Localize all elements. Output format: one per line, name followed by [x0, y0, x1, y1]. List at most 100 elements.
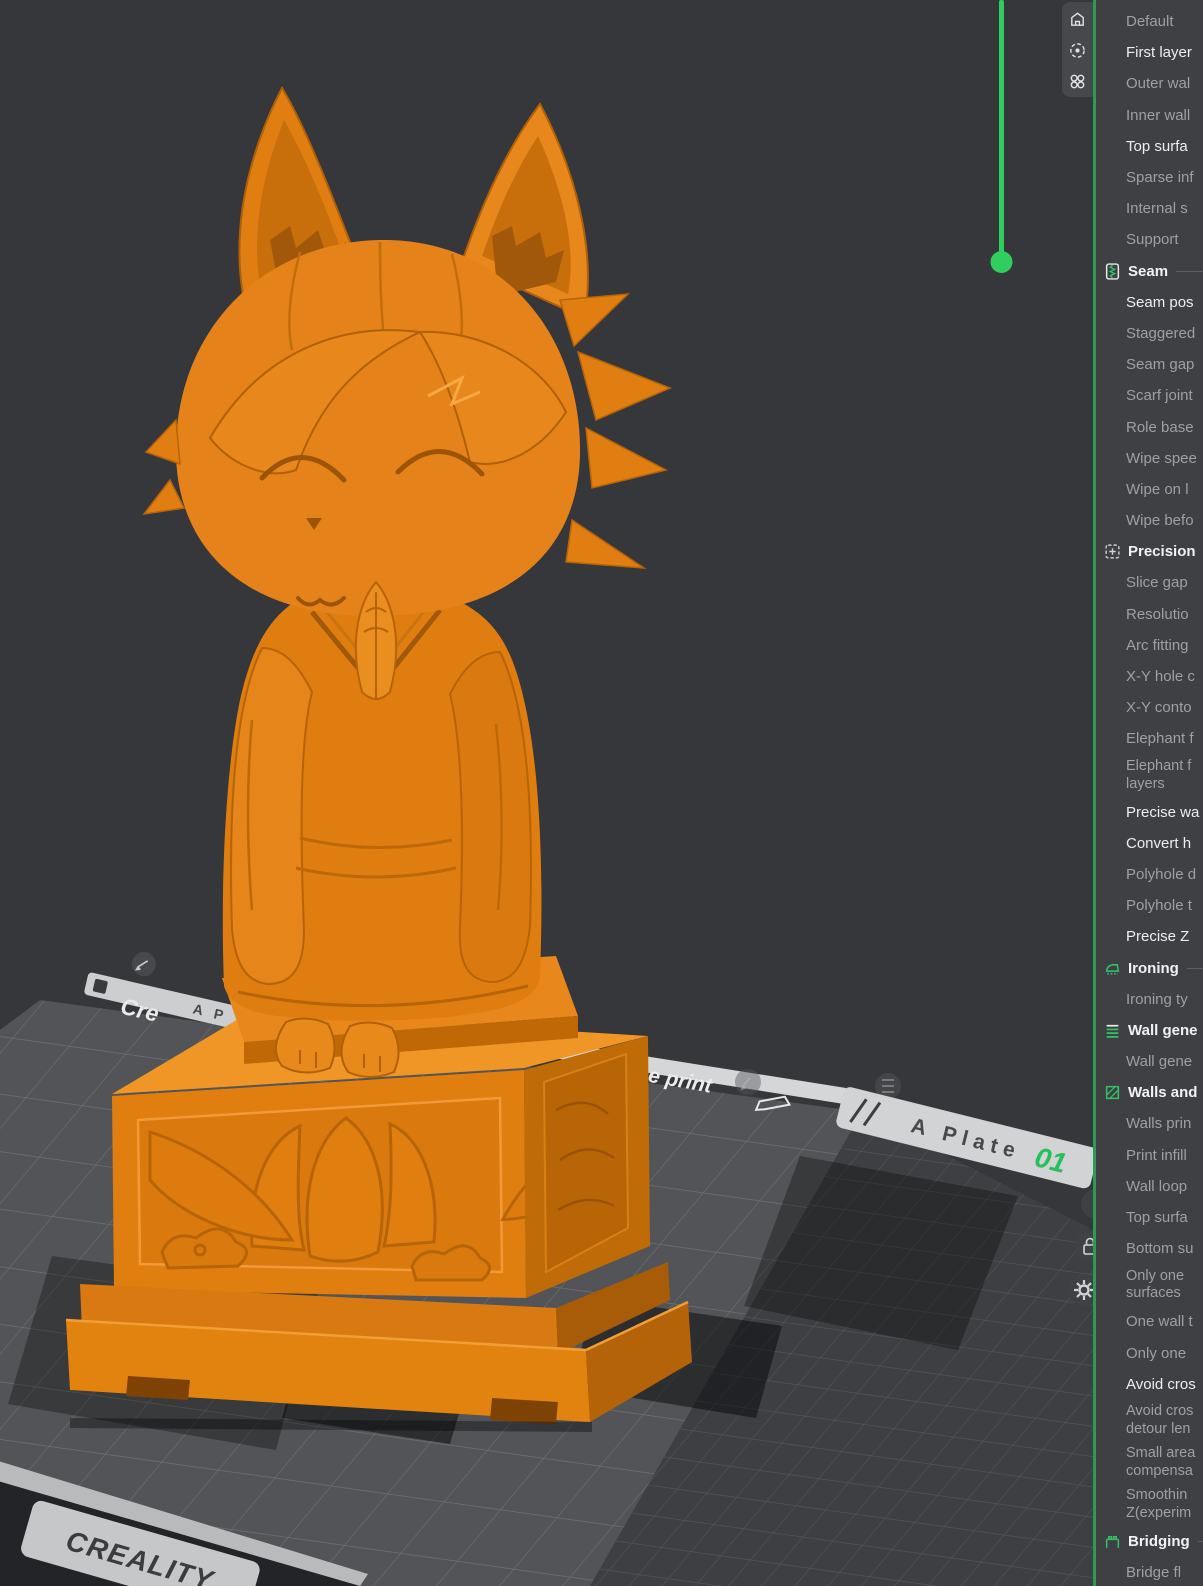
panel-item-top-surfa[interactable]: Top surfa: [1096, 1202, 1203, 1233]
panel-item-only-one[interactable]: Only onesurfaces: [1096, 1264, 1203, 1306]
panel-item-label: Polyhole t: [1126, 897, 1192, 914]
panel-item-label: Ironing ty: [1126, 991, 1188, 1008]
panel-item-label: Staggered: [1126, 325, 1195, 342]
panel-item-label: First layer: [1126, 44, 1192, 61]
panel-item-label: Precision: [1128, 543, 1196, 560]
panel-item-elephant-f[interactable]: Elephant f: [1096, 723, 1203, 754]
panel-item-avoid-cros[interactable]: Avoid cros: [1096, 1369, 1203, 1400]
panel-item-label: Avoid crosdetour len: [1126, 1403, 1193, 1438]
panel-item-label: Only one: [1126, 1345, 1186, 1362]
panel-section-seam[interactable]: Seam: [1096, 256, 1203, 287]
panel-item-slice-gap[interactable]: Slice gap: [1096, 567, 1203, 598]
precision-icon: [1104, 543, 1121, 560]
panel-item-role-base[interactable]: Role base: [1096, 411, 1203, 442]
panel-item-outer-wal[interactable]: Outer wal: [1096, 68, 1203, 99]
panel-item-label: Small areacompensa: [1126, 1445, 1195, 1480]
panel-item-support[interactable]: Support: [1096, 224, 1203, 255]
panel-item-label: Print infill: [1126, 1147, 1187, 1164]
panel-item-label: Sparse inf: [1126, 169, 1194, 186]
panel-section-precision[interactable]: Precision: [1096, 536, 1203, 567]
panel-item-label: One wall t: [1126, 1313, 1193, 1330]
settings-panel: Default First layer Outer wal Inner wall Top…: [1093, 0, 1203, 1586]
panel-item-default[interactable]: Default: [1096, 6, 1203, 37]
viewport-icon-rail: [1062, 2, 1093, 97]
wall-generator-icon: [1104, 1022, 1121, 1039]
panel-item-only-one[interactable]: Only one: [1096, 1338, 1203, 1369]
panel-item-label: Resolutio: [1126, 606, 1189, 623]
viewport-3d[interactable]: CREALITY A P Cre e print A Plate 01: [0, 0, 1093, 1586]
panel-item-polyhole-t[interactable]: Polyhole t: [1096, 890, 1203, 921]
panel-item-staggered[interactable]: Staggered: [1096, 318, 1203, 349]
panel-section-bridging[interactable]: Bridging: [1096, 1526, 1203, 1557]
panel-item-label: Seam: [1128, 263, 1168, 280]
panel-item-label: Ironing: [1128, 960, 1179, 977]
section-rule: [1176, 271, 1203, 272]
section-rule: [1198, 1541, 1203, 1542]
panel-section-walls-and[interactable]: Walls and: [1096, 1077, 1203, 1108]
panel-item-label: Precise wa: [1126, 804, 1199, 821]
panel-item-wall-gene[interactable]: Wall gene: [1096, 1046, 1203, 1077]
panel-item-wipe-befo[interactable]: Wipe befo: [1096, 505, 1203, 536]
panel-item-label: Bridge fl: [1126, 1564, 1181, 1581]
panel-item-small-area[interactable]: Small areacompensa: [1096, 1442, 1203, 1484]
panel-item-label: Scarf joint: [1126, 387, 1193, 404]
panel-item-precise-wa[interactable]: Precise wa: [1096, 797, 1203, 828]
panel-item-label: X-Y conto: [1126, 699, 1192, 716]
printer-icon[interactable]: [1068, 9, 1088, 29]
panel-item-label: Bottom su: [1126, 1240, 1194, 1257]
panel-item-arc-fitting[interactable]: Arc fitting: [1096, 630, 1203, 661]
panel-item-label: Avoid cros: [1126, 1376, 1196, 1393]
panel-item-polyhole-d[interactable]: Polyhole d: [1096, 859, 1203, 890]
panel-item-label: Wipe on l: [1126, 481, 1189, 498]
panel-item-elephant-f[interactable]: Elephant flayers: [1096, 755, 1203, 797]
panel-item-wipe-on-l[interactable]: Wipe on l: [1096, 474, 1203, 505]
panel-item-smoothin[interactable]: SmoothinZ(experim: [1096, 1484, 1203, 1526]
panel-item-label: SmoothinZ(experim: [1126, 1487, 1191, 1522]
panel-item-avoid-cros[interactable]: Avoid crosdetour len: [1096, 1400, 1203, 1442]
panel-section-ironing[interactable]: Ironing: [1096, 952, 1203, 983]
panel-item-label: Role base: [1126, 419, 1194, 436]
panel-item-bottom-su[interactable]: Bottom su: [1096, 1233, 1203, 1264]
panel-item-seam-pos[interactable]: Seam pos: [1096, 287, 1203, 318]
panel-item-label: Convert h: [1126, 835, 1191, 852]
panel-item-label: Seam gap: [1126, 356, 1194, 373]
panel-item-one-wall-t[interactable]: One wall t: [1096, 1306, 1203, 1337]
panel-item-seam-gap[interactable]: Seam gap: [1096, 349, 1203, 380]
panel-item-label: Internal s: [1126, 200, 1188, 217]
panel-item-inner-wall[interactable]: Inner wall: [1096, 100, 1203, 131]
panel-item-first-layer[interactable]: First layer: [1096, 37, 1203, 68]
panel-item-top-surfa[interactable]: Top surfa: [1096, 131, 1203, 162]
panel-item-convert-h[interactable]: Convert h: [1096, 828, 1203, 859]
panel-item-label: Inner wall: [1126, 107, 1190, 124]
panel-item-label: Elephant f: [1126, 730, 1194, 747]
panel-item-bridge-fl[interactable]: Bridge fl: [1096, 1557, 1203, 1586]
bridging-icon: [1104, 1533, 1121, 1550]
panel-item-scarf-joint[interactable]: Scarf joint: [1096, 380, 1203, 411]
panel-item-label: Top surfa: [1126, 1209, 1188, 1226]
panel-item-wall-loop[interactable]: Wall loop: [1096, 1171, 1203, 1202]
panel-item-label: Walls prin: [1126, 1115, 1191, 1132]
panel-item-label: Wipe befo: [1126, 512, 1194, 529]
panel-item-walls-prin[interactable]: Walls prin: [1096, 1108, 1203, 1139]
panel-item-label: Default: [1126, 13, 1174, 30]
panel-item-x-y-conto[interactable]: X-Y conto: [1096, 692, 1203, 723]
panel-item-precise-z[interactable]: Precise Z: [1096, 921, 1203, 952]
process-icon[interactable]: [1068, 71, 1088, 91]
filament-icon[interactable]: [1068, 40, 1088, 60]
panel-item-resolutio[interactable]: Resolutio: [1096, 599, 1203, 630]
plate-action-icon[interactable]: [735, 1069, 761, 1095]
panel-item-label: Precise Z: [1126, 928, 1189, 945]
panel-item-wipe-spee[interactable]: Wipe spee: [1096, 443, 1203, 474]
settings-panel-rows: Default First layer Outer wal Inner wall Top…: [1096, 6, 1203, 1586]
walls-surfaces-icon: [1104, 1084, 1121, 1101]
seam-icon: [1104, 263, 1121, 280]
panel-item-label: Slice gap: [1126, 574, 1188, 591]
measure-wire-endpoint[interactable]: [991, 251, 1013, 273]
panel-item-print-infill[interactable]: Print infill: [1096, 1140, 1203, 1171]
panel-item-label: Only onesurfaces: [1126, 1268, 1184, 1303]
panel-item-x-y-hole-c[interactable]: X-Y hole c: [1096, 661, 1203, 692]
panel-item-sparse-inf[interactable]: Sparse inf: [1096, 162, 1203, 193]
panel-section-wall-gene[interactable]: Wall gene: [1096, 1015, 1203, 1046]
panel-item-ironing-ty[interactable]: Ironing ty: [1096, 984, 1203, 1015]
panel-item-internal-s[interactable]: Internal s: [1096, 193, 1203, 224]
